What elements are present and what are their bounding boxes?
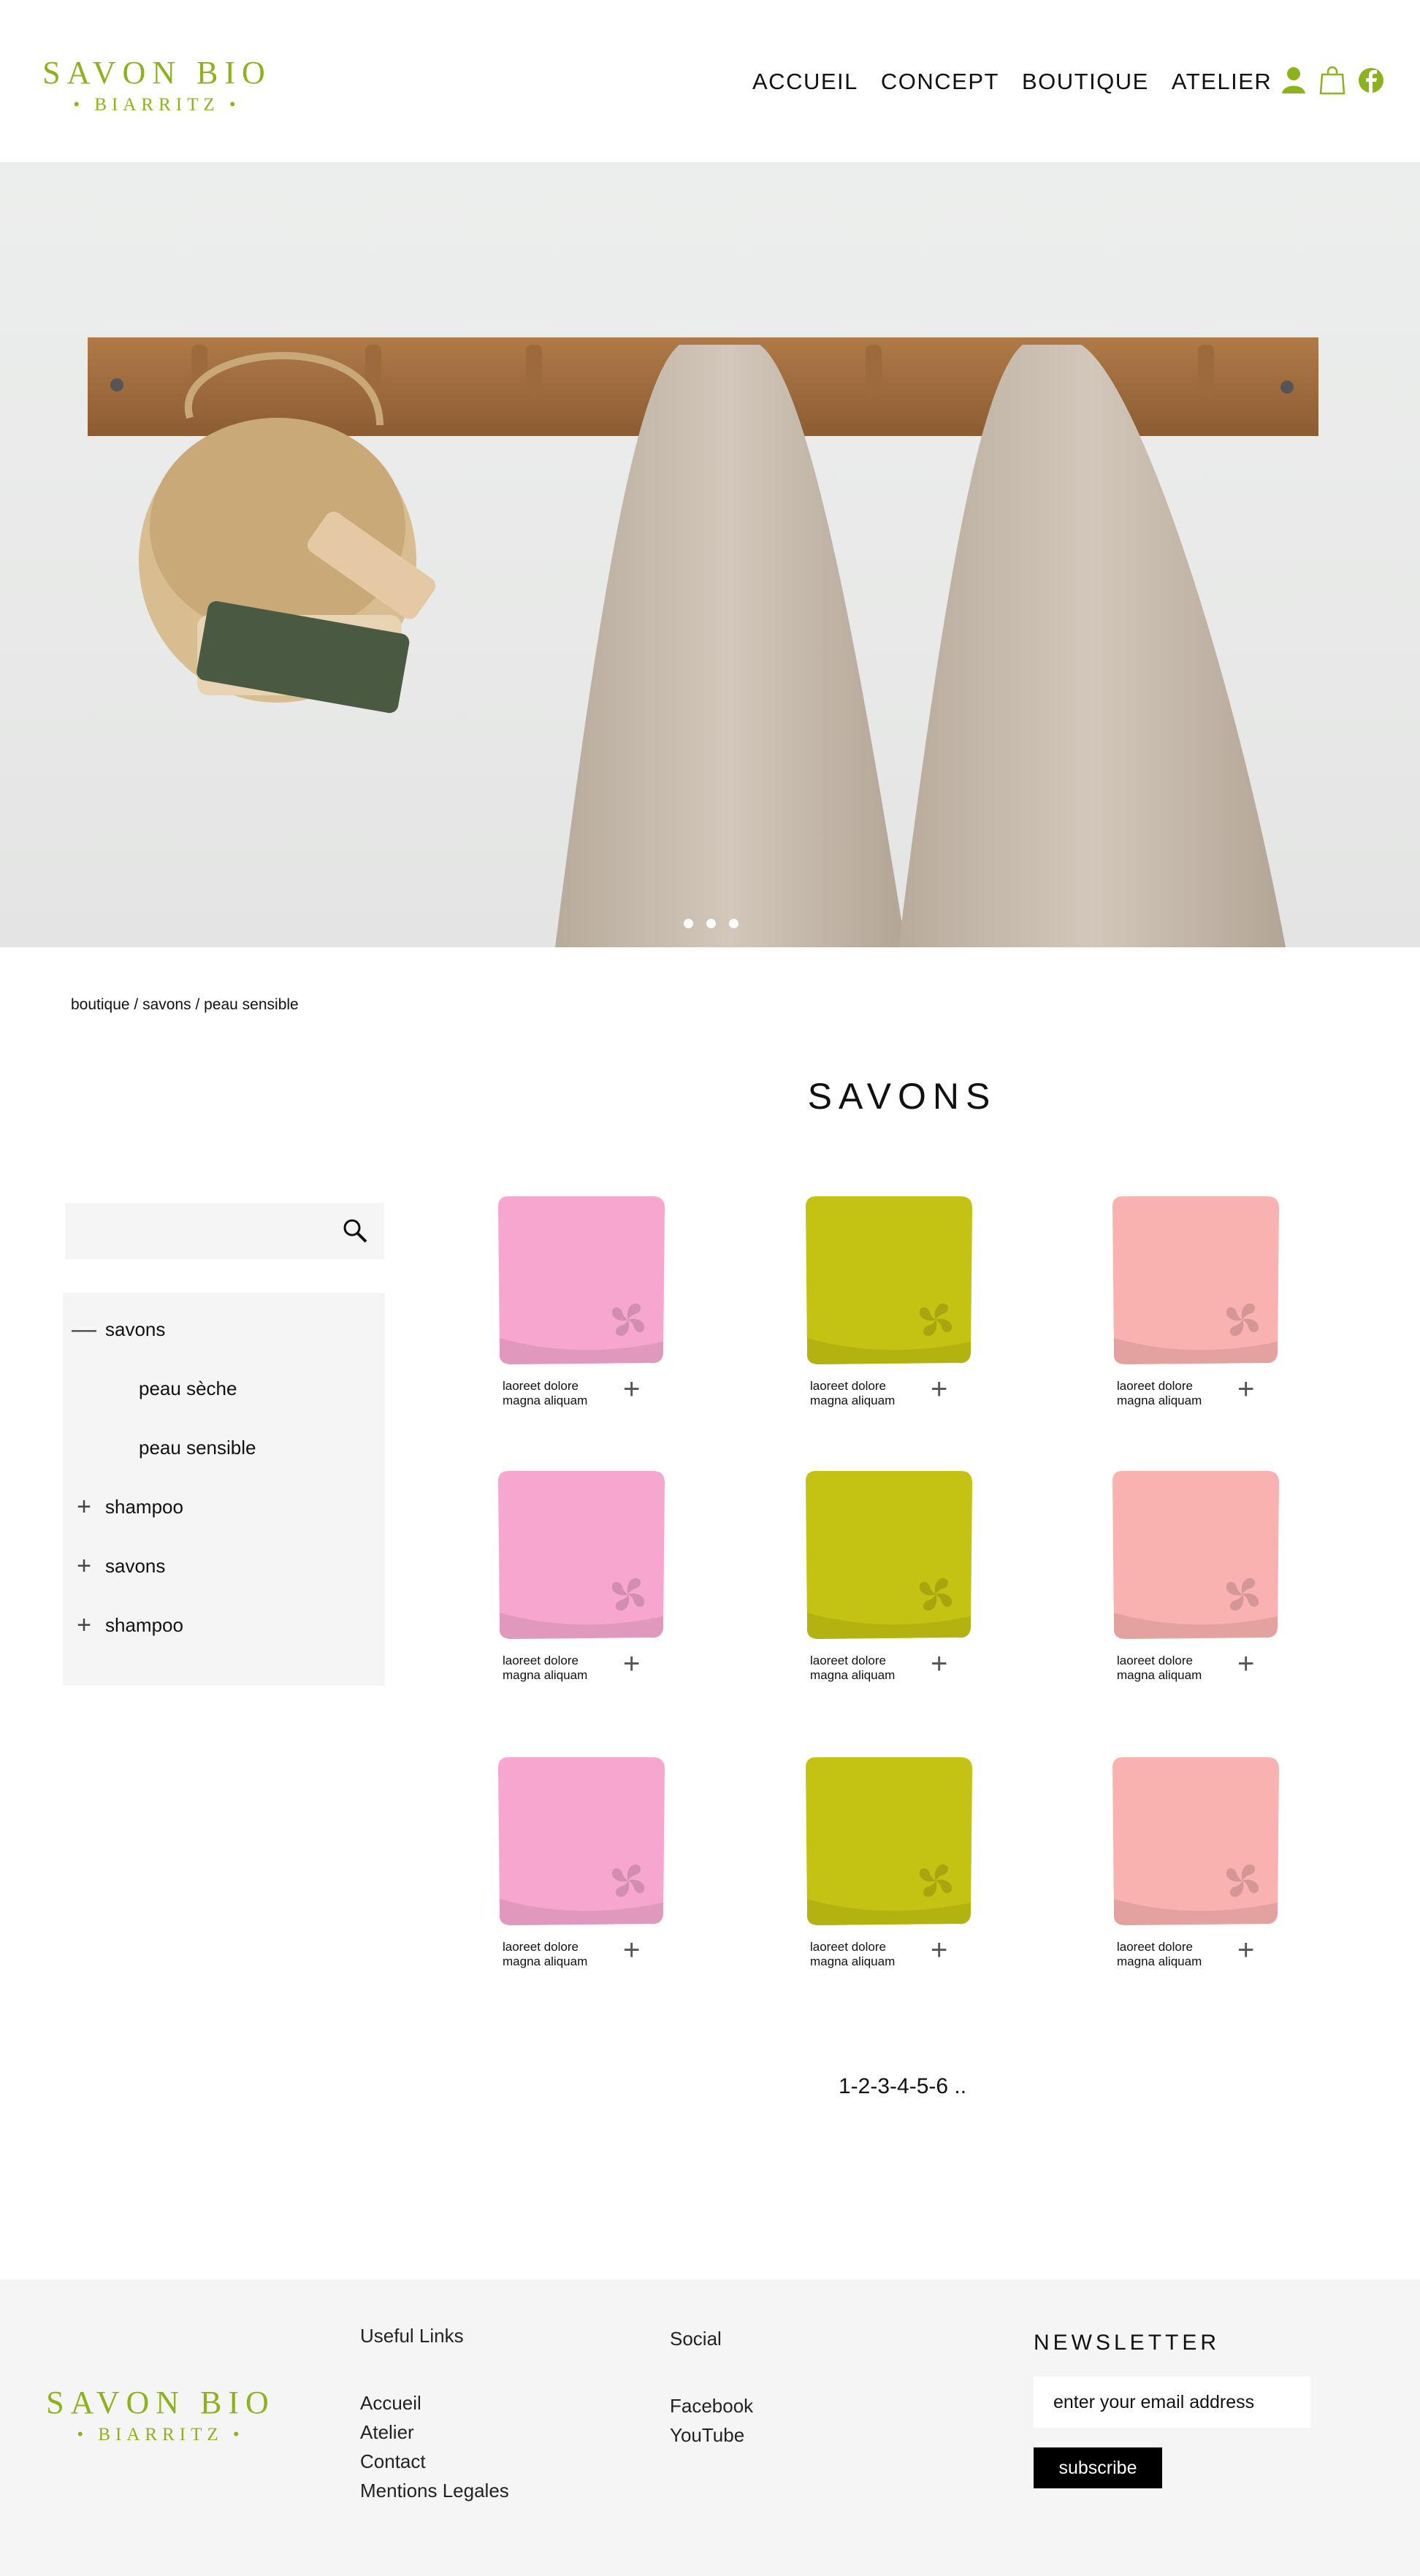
product-image[interactable] [797,1192,980,1367]
subcategory-item[interactable]: peau sèche [63,1374,237,1403]
footer-logo[interactable]: SAVON BIO • BIARRITZ • [40,2387,281,2445]
useful-links-title: Useful Links [360,2325,464,2347]
newsletter-title: NEWSLETTER [1034,2331,1221,2355]
add-to-cart-icon[interactable]: + [931,1649,947,1678]
product-image[interactable] [1104,1192,1286,1367]
product-name: laoreet dolore magna aliquam [810,1654,896,1682]
footer-link-mentions[interactable]: Mentions Legales [360,2476,509,2505]
category-label: savons [105,1554,166,1577]
category-item[interactable]: + savons [63,1551,165,1581]
shopping-bag-icon[interactable] [1319,66,1345,95]
product-image[interactable] [489,1753,672,1928]
social-title: Social [670,2328,722,2350]
category-label: peau sèche [139,1377,237,1399]
site-header: SAVON BIO • BIARRITZ • ACCUEIL CONCEPT B… [0,0,1420,162]
add-to-cart-icon[interactable]: + [1237,1935,1254,1965]
product-image[interactable] [489,1467,672,1642]
category-label: savons [105,1318,166,1340]
add-to-cart-icon[interactable]: + [623,1375,640,1404]
product-name: laoreet dolore magna aliquam [1117,1379,1202,1407]
site-footer: SAVON BIO • BIARRITZ • Useful Links Accu… [0,2279,1420,2576]
product-name: laoreet dolore magna aliquam [503,1379,588,1407]
add-to-cart-icon[interactable]: + [931,1375,947,1404]
carousel-dots [684,919,738,928]
product-image[interactable] [1104,1467,1286,1642]
main-nav: ACCUEIL CONCEPT BOUTIQUE ATELIER [752,69,1272,95]
footer-link-accueil[interactable]: Accueil [360,2388,509,2418]
product-image[interactable] [797,1467,980,1642]
category-label: peau sensible [139,1436,256,1459]
user-icon[interactable] [1280,66,1307,95]
expand-icon[interactable]: + [63,1611,105,1640]
site-logo[interactable]: SAVON BIO • BIARRITZ • [40,57,274,115]
footer-link-youtube[interactable]: YouTube [670,2420,753,2450]
nav-boutique[interactable]: BOUTIQUE [1022,69,1149,95]
add-to-cart-icon[interactable]: + [931,1935,947,1965]
social-links: Social Facebook YouTube [670,2328,753,2450]
pagination[interactable]: 1-2-3-4-5-6 .. [839,2074,966,2099]
nav-accueil[interactable]: ACCUEIL [752,69,858,95]
category-item[interactable]: + shampoo [63,1610,183,1640]
add-to-cart-icon[interactable]: + [1237,1649,1254,1678]
category-item[interactable]: — savons [63,1315,165,1344]
category-label: shampoo [105,1613,183,1636]
footer-link-contact[interactable]: Contact [360,2447,509,2476]
footer-link-facebook[interactable]: Facebook [670,2391,753,2420]
carousel-dot[interactable] [706,919,716,928]
add-to-cart-icon[interactable]: + [623,1935,640,1965]
nav-concept[interactable]: CONCEPT [881,69,999,95]
add-to-cart-icon[interactable]: + [1237,1375,1254,1404]
search-icon[interactable] [342,1218,368,1244]
search-box[interactable] [65,1203,384,1259]
expand-icon[interactable]: + [63,1493,105,1521]
product-image[interactable] [489,1192,672,1367]
category-item[interactable]: + shampoo [63,1492,183,1521]
logo-line2: • BIARRITZ • [73,95,241,115]
carousel-dot[interactable] [729,919,738,928]
useful-links: Useful Links Accueil Atelier Contact Men… [360,2325,509,2505]
footer-link-atelier[interactable]: Atelier [360,2418,509,2447]
product-name: laoreet dolore magna aliquam [810,1940,896,1968]
subcategory-item[interactable]: peau sensible [63,1433,256,1462]
collapse-icon[interactable]: — [63,1315,105,1344]
facebook-icon[interactable] [1358,66,1384,95]
expand-icon[interactable]: + [63,1552,105,1581]
breadcrumb[interactable]: boutique / savons / peau sensible [71,996,299,1014]
carousel-dot[interactable] [684,919,693,928]
logo-line1: SAVON BIO [46,2385,275,2420]
product-name: laoreet dolore magna aliquam [1117,1940,1202,1968]
product-name: laoreet dolore magna aliquam [503,1654,588,1682]
hero-image [88,337,1318,947]
logo-line2: • BIARRITZ • [77,2425,245,2445]
add-to-cart-icon[interactable]: + [623,1649,640,1678]
logo-line1: SAVON BIO [42,55,272,91]
nav-atelier[interactable]: ATELIER [1172,69,1272,95]
product-name: laoreet dolore magna aliquam [810,1379,896,1407]
email-field[interactable] [1034,2377,1310,2428]
product-name: laoreet dolore magna aliquam [1117,1654,1202,1682]
category-label: shampoo [105,1495,183,1518]
header-icons [1280,66,1384,95]
subscribe-button[interactable]: subscribe [1034,2447,1162,2488]
product-image[interactable] [1104,1753,1286,1928]
category-list: — savons peau sèche peau sensible + shampo… [63,1293,385,1686]
product-name: laoreet dolore magna aliquam [503,1940,588,1968]
page-title: SAVONS [807,1076,997,1117]
hero-banner [0,162,1420,947]
product-image[interactable] [797,1753,980,1928]
